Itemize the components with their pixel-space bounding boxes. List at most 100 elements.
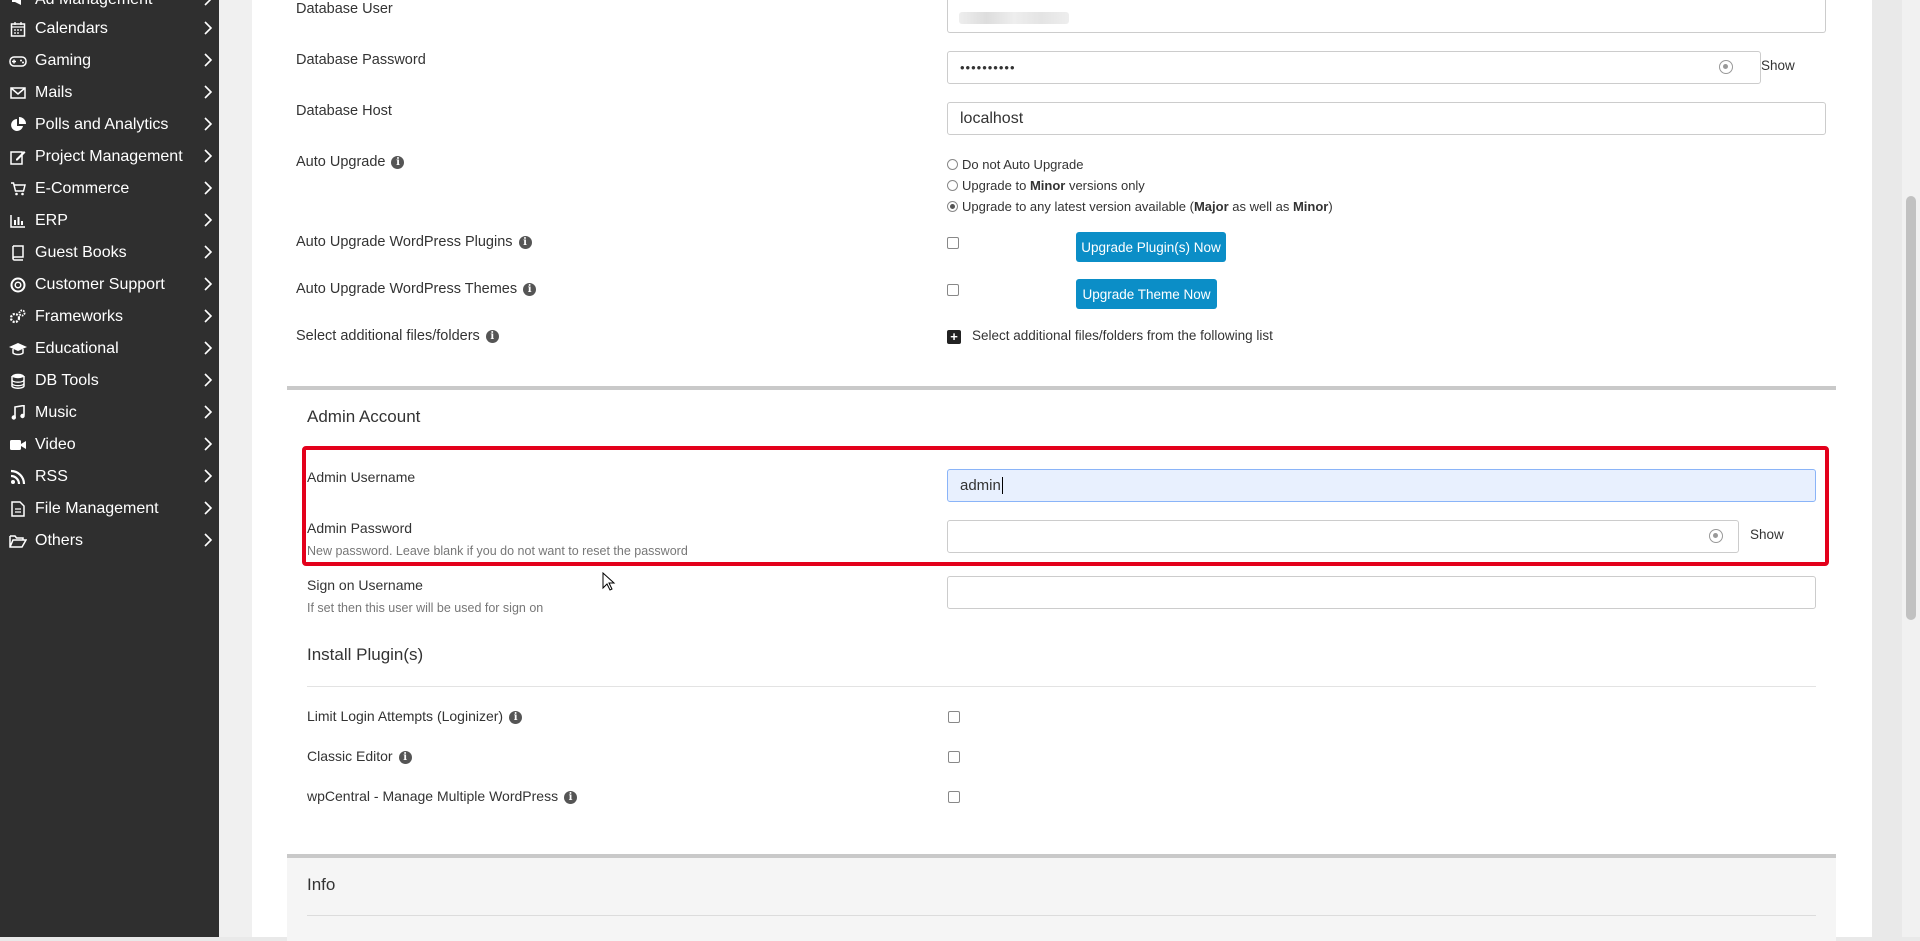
- signon-username-input[interactable]: [947, 576, 1816, 609]
- sidebar-item-file-management[interactable]: File Management: [0, 493, 219, 525]
- sidebar-item-e-commerce[interactable]: E-Commerce: [0, 173, 219, 205]
- auto-upgrade-label-text: Auto Upgrade: [296, 154, 386, 170]
- plugin-label-text: wpCentral - Manage Multiple WordPress: [307, 788, 559, 804]
- sidebar-item-db-tools[interactable]: DB Tools: [0, 365, 219, 397]
- sidebar-item-label: DB Tools: [35, 372, 99, 389]
- sidebar-item-label: File Management: [35, 500, 159, 517]
- sidebar-item-frameworks[interactable]: Frameworks: [0, 301, 219, 333]
- gears-icon: [7, 309, 29, 325]
- sidebar-item-customer-support[interactable]: Customer Support: [0, 269, 219, 301]
- signon-username-hint: If set then this user will be used for s…: [307, 601, 544, 615]
- sidebar-item-label: Frameworks: [35, 308, 124, 325]
- chevron-right-icon: [203, 148, 213, 164]
- chevron-right-icon: [203, 468, 213, 484]
- chevron-right-icon: [203, 0, 213, 7]
- gamepad-icon: [7, 54, 29, 68]
- upgrade-plugins-now-button[interactable]: Upgrade Plugin(s) Now: [1076, 232, 1226, 262]
- db-password-show-toggle[interactable]: Show: [1761, 58, 1795, 73]
- db-host-input[interactable]: localhost: [947, 102, 1826, 135]
- video-icon: [7, 438, 29, 452]
- sidebar-item-polls-and-analytics[interactable]: Polls and Analytics: [0, 109, 219, 141]
- chevron-right-icon: [203, 404, 213, 420]
- sidebar-item-educational[interactable]: Educational: [0, 333, 219, 365]
- pie-chart-icon: [7, 117, 29, 133]
- auto-upgrade-themes-label: Auto Upgrade WordPress Themes i: [296, 281, 537, 297]
- admin-account-title: Admin Account: [307, 407, 421, 426]
- info-section: [287, 854, 1836, 941]
- plugin-wpcentral-checkbox[interactable]: [948, 791, 960, 803]
- info-icon[interactable]: i: [391, 155, 405, 169]
- scrollbar-thumb[interactable]: [1906, 196, 1916, 620]
- sidebar-item-rss[interactable]: RSS: [0, 461, 219, 493]
- radio-button-selected[interactable]: [947, 201, 958, 212]
- signon-username-label: Sign on Username: [307, 577, 423, 593]
- sidebar-item-erp[interactable]: ERP: [0, 205, 219, 237]
- radio-button[interactable]: [947, 159, 958, 170]
- auto-upgrade-plugins-label: Auto Upgrade WordPress Plugins i: [296, 234, 532, 250]
- auto-upgrade-label: Auto Upgrade i: [296, 154, 405, 170]
- auto-upgrade-themes-checkbox[interactable]: [947, 284, 959, 296]
- select-additional-files-link[interactable]: Select additional files/folders from the…: [972, 328, 1273, 343]
- sidebar-item-video[interactable]: Video: [0, 429, 219, 461]
- chevron-right-icon: [203, 84, 213, 100]
- section-divider: [287, 386, 1836, 390]
- db-password-input[interactable]: ••••••••••: [947, 51, 1761, 84]
- info-icon[interactable]: i: [518, 235, 532, 249]
- db-user-input[interactable]: [947, 0, 1826, 33]
- chevron-right-icon: [203, 372, 213, 388]
- radio-label: Upgrade to any latest version available …: [962, 199, 1333, 214]
- db-password-label: Database Password: [296, 52, 426, 68]
- section-divider: [307, 686, 1816, 687]
- graduation-cap-icon: [7, 341, 29, 357]
- sidebar-item-label: RSS: [35, 468, 68, 485]
- info-icon[interactable]: i: [485, 329, 499, 343]
- sidebar-item-calendars[interactable]: Calendars: [0, 13, 219, 45]
- chevron-right-icon: [203, 20, 213, 36]
- auto-upgrade-themes-label-text: Auto Upgrade WordPress Themes: [296, 281, 518, 297]
- sidebar-item-label: Music: [35, 404, 77, 421]
- envelope-icon: [7, 86, 29, 100]
- plugin-loginizer-checkbox[interactable]: [948, 711, 960, 723]
- plugin-loginizer-label: Limit Login Attempts (Loginizer) i: [307, 708, 523, 724]
- radio-label: Upgrade to Minor versions only: [962, 178, 1145, 193]
- auto-upgrade-option-none[interactable]: Do not Auto Upgrade: [947, 157, 1083, 172]
- sidebar-item-label: Guest Books: [35, 244, 127, 261]
- auto-upgrade-plugins-checkbox[interactable]: [947, 237, 959, 249]
- radio-label: Do not Auto Upgrade: [962, 157, 1084, 172]
- rss-icon: [7, 469, 29, 485]
- sidebar-item-mails[interactable]: Mails: [0, 77, 219, 109]
- chevron-right-icon: [203, 308, 213, 324]
- plus-icon[interactable]: +: [947, 330, 961, 344]
- db-host-value: localhost: [960, 109, 1024, 127]
- info-icon[interactable]: i: [509, 710, 523, 724]
- chevron-right-icon: [203, 532, 213, 548]
- sidebar: Ad Management Calendars Gaming Mails Pol…: [0, 0, 219, 937]
- sidebar-item-label: ERP: [35, 212, 68, 229]
- plugin-classic-editor-checkbox[interactable]: [948, 751, 960, 763]
- cart-icon: [7, 181, 29, 197]
- sidebar-item-project-management[interactable]: Project Management: [0, 141, 219, 173]
- sidebar-item-guest-books[interactable]: Guest Books: [0, 237, 219, 269]
- sidebar-item-music[interactable]: Music: [0, 397, 219, 429]
- sidebar-item-label: Educational: [35, 340, 119, 357]
- info-icon[interactable]: i: [523, 282, 537, 296]
- db-host-label: Database Host: [296, 103, 392, 119]
- upgrade-theme-now-button[interactable]: Upgrade Theme Now: [1076, 279, 1217, 309]
- chevron-right-icon: [203, 276, 213, 292]
- sidebar-item-label: E-Commerce: [35, 180, 130, 197]
- sidebar-item-gaming[interactable]: Gaming: [0, 45, 219, 77]
- chevron-right-icon: [203, 116, 213, 132]
- plugin-label-text: Classic Editor: [307, 748, 393, 764]
- info-icon[interactable]: i: [564, 790, 578, 804]
- password-strength-icon: [1719, 60, 1733, 74]
- plugin-wpcentral-label: wpCentral - Manage Multiple WordPress i: [307, 788, 578, 804]
- additional-files-label: Select additional files/folders i: [296, 328, 499, 344]
- info-icon[interactable]: i: [398, 750, 412, 764]
- sidebar-item-label: Gaming: [35, 52, 92, 69]
- megaphone-icon: [7, 0, 29, 8]
- auto-upgrade-option-minor[interactable]: Upgrade to Minor versions only: [947, 178, 1145, 193]
- radio-button[interactable]: [947, 180, 958, 191]
- auto-upgrade-option-latest[interactable]: Upgrade to any latest version available …: [947, 199, 1333, 214]
- install-plugins-title: Install Plugin(s): [307, 645, 424, 664]
- sidebar-item-others[interactable]: Others: [0, 525, 219, 557]
